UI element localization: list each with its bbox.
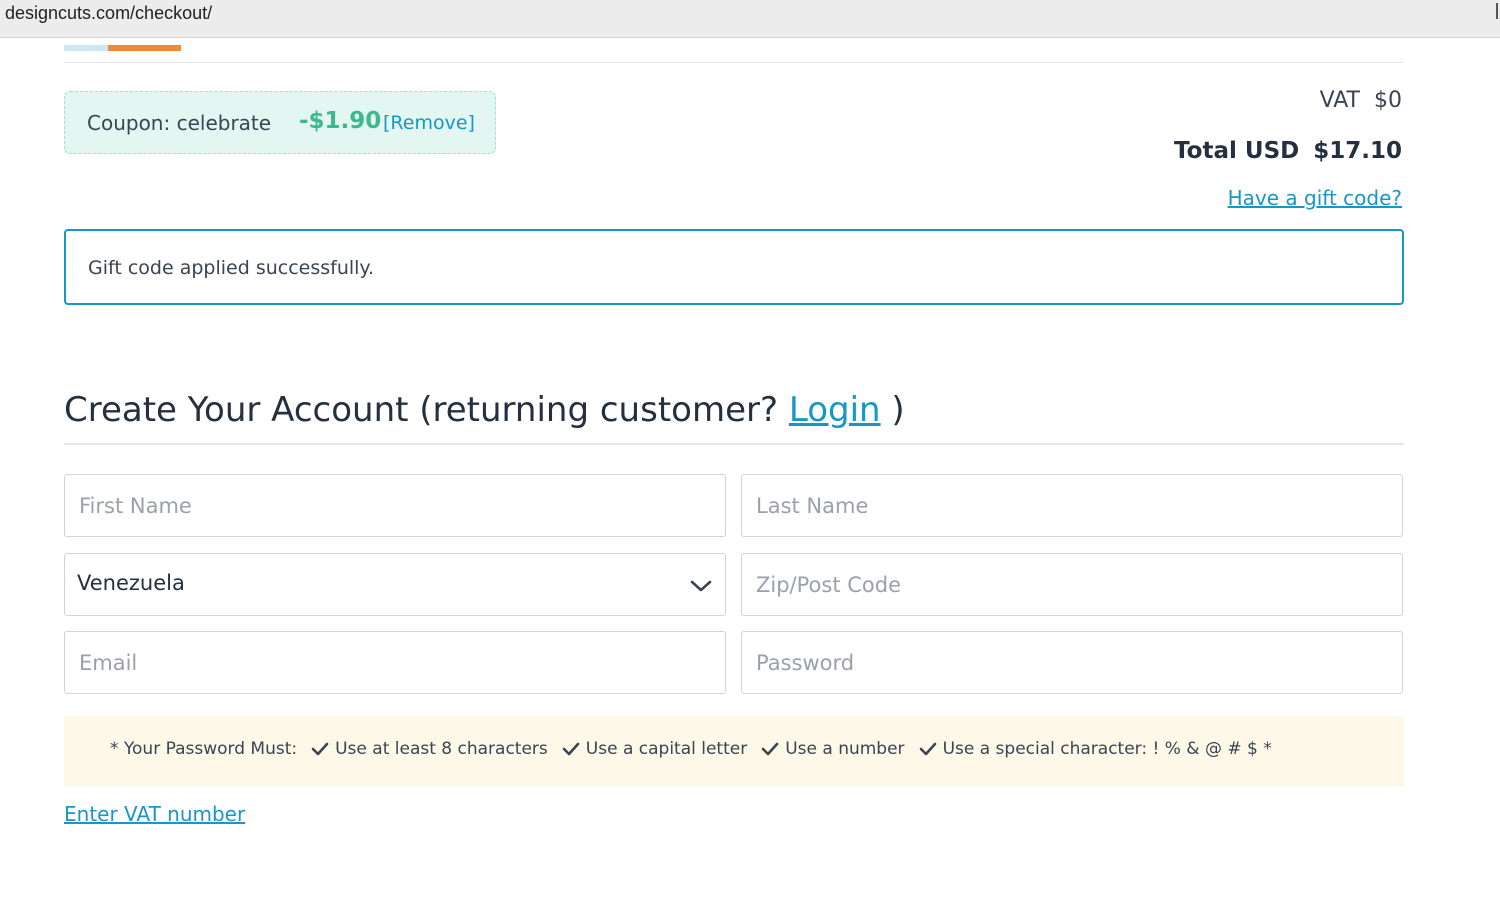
divider [64,443,1404,445]
coupon-label: Coupon: celebrate [87,111,272,135]
email-input[interactable] [64,631,726,694]
page-title: Create Your Account (returning customer?… [64,390,905,430]
vat-value: $0 [1374,88,1402,113]
password-input[interactable] [741,631,1403,694]
country-select[interactable]: Venezuela [64,553,726,616]
password-rule: Use a capital letter [562,739,747,759]
gift-code-link[interactable]: Have a gift code? [1228,186,1402,210]
vat-label: VAT [1319,88,1360,113]
login-link[interactable]: Login [789,390,881,430]
password-rule-text: Use a special character: ! % & @ # $ * [942,739,1272,759]
alert-message: Gift code applied successfully. [88,257,375,279]
password-rule-text: Use at least 8 characters [335,739,548,759]
coupon-box: Coupon: celebrate -$1.90 [Remove] [64,91,496,154]
total-label: Total USD [1174,138,1300,164]
check-icon [562,742,580,756]
first-name-input[interactable] [64,474,726,537]
password-rules-intro: * Your Password Must: [110,739,298,759]
total-value: $17.10 [1313,138,1402,164]
check-icon [919,742,936,756]
product-thumbnail [64,45,181,51]
url-text[interactable]: designcuts.com/checkout/ [5,3,212,24]
enter-vat-link[interactable]: Enter VAT number [64,802,245,826]
check-icon [761,742,779,756]
window-edge-icon [1496,3,1500,19]
heading-text: Create Your Account (returning customer? [64,390,779,430]
vat-line: VAT $0 [1320,88,1402,113]
password-rule: Use a number [761,739,905,759]
password-rule: Use at least 8 characters [311,739,548,759]
password-rule: Use a special character: ! % & @ # $ * [919,739,1272,759]
divider [64,62,1404,63]
total-line: Total USD $17.10 [1174,138,1402,164]
heading-suffix: ) [891,390,905,430]
country-value: Venezuela [77,571,185,595]
password-rule-text: Use a number [785,739,905,759]
check-icon [311,742,329,756]
password-rule-text: Use a capital letter [585,739,748,759]
last-name-input[interactable] [741,474,1403,537]
gift-code-alert: Gift code applied successfully. [64,229,1404,305]
remove-coupon-link[interactable]: [Remove] [383,112,475,134]
zip-input[interactable] [741,553,1403,616]
chevron-down-icon [690,580,712,592]
browser-address-bar[interactable]: designcuts.com/checkout/ [0,0,1500,38]
coupon-amount: -$1.90 [299,108,382,134]
password-requirements: * Your Password Must: Use at least 8 cha… [64,716,1404,786]
